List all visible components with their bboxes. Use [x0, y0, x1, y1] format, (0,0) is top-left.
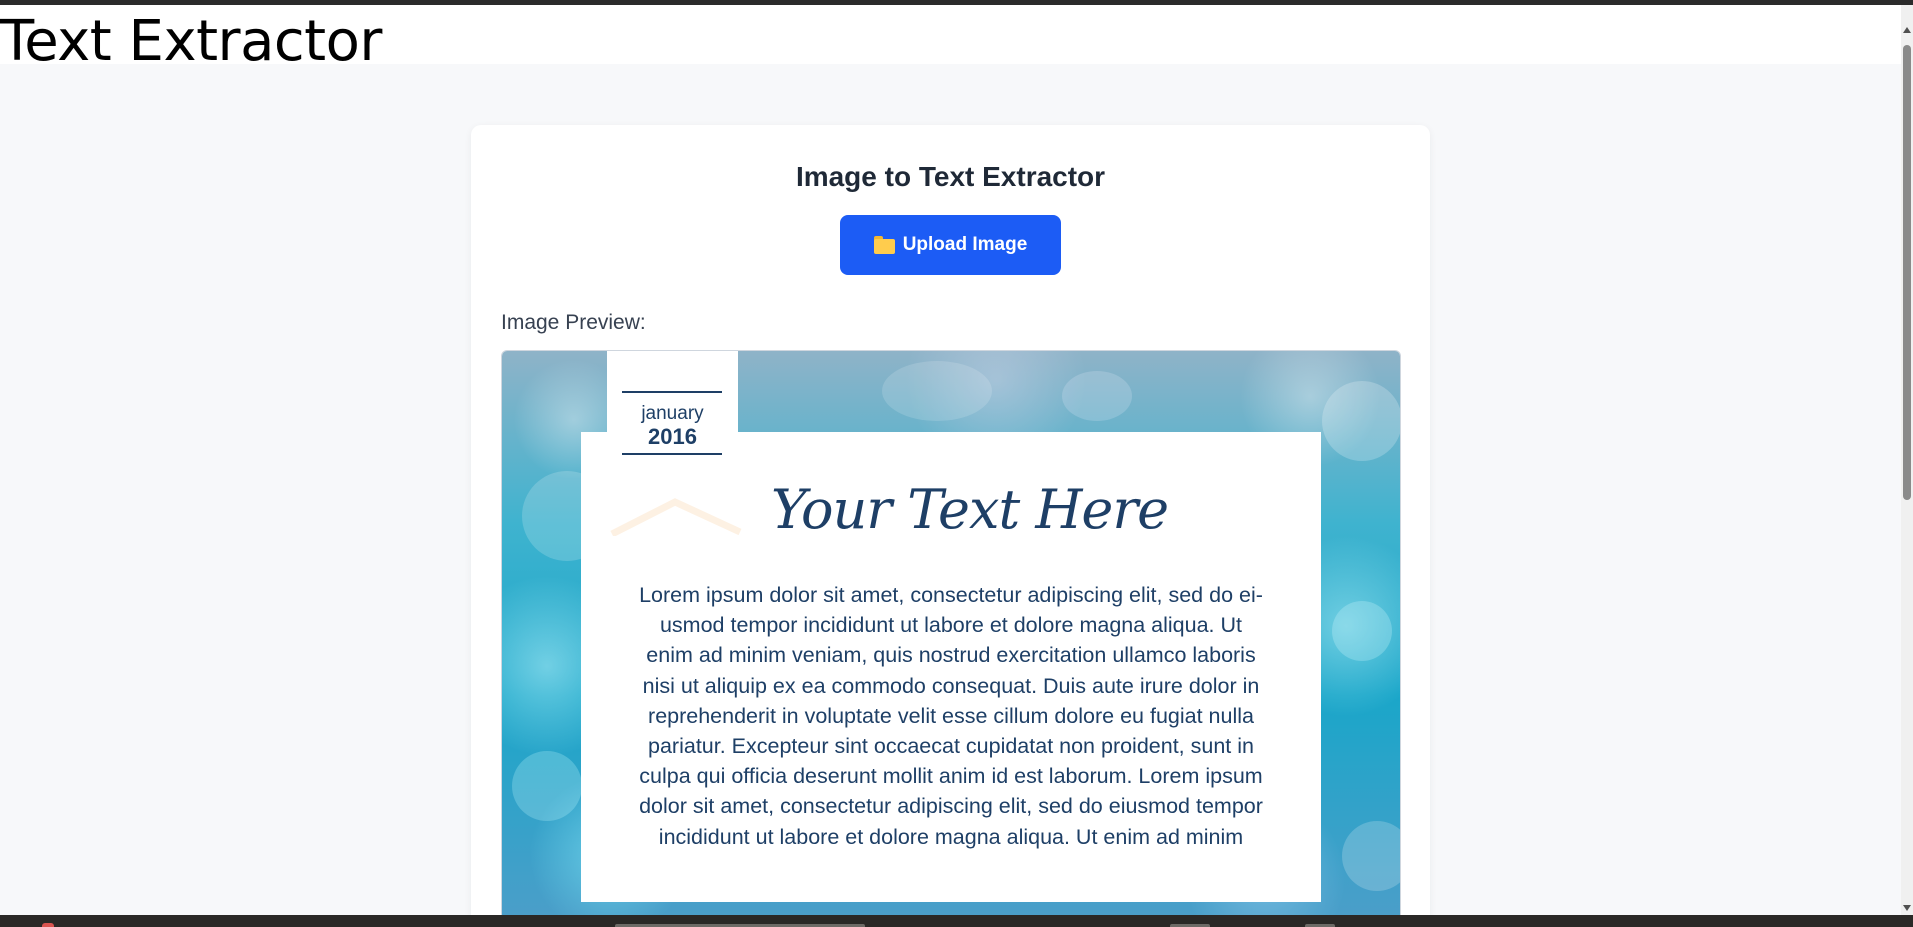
- preview-body-line: pariatur. Excepteur sint occaecat cupida…: [648, 734, 1254, 759]
- preview-heading: Your Text Here: [771, 478, 1169, 541]
- preview-date-year: 2016: [648, 424, 697, 449]
- date-rule-top: [622, 391, 722, 393]
- page-scrollbar[interactable]: [1901, 5, 1913, 915]
- preview-label: Image Preview:: [501, 311, 646, 334]
- upload-button-label: Upload Image: [902, 234, 1028, 255]
- preview-body-line: dolor sit amet, consectetur adipiscing e…: [639, 794, 1263, 819]
- preview-body-line: reprehenderit in voluptate velit esse ci…: [648, 703, 1254, 728]
- preview-date-month: january: [641, 403, 704, 424]
- image-preview: Your Text Here Lorem ipsum dolor sit ame…: [501, 350, 1401, 925]
- preview-body-line: culpa qui officia deserunt mollit anim i…: [639, 764, 1263, 789]
- card-title: Image to Text Extractor: [795, 161, 1106, 192]
- preview-body-line: incididunt ut labore et dolore magna ali…: [658, 824, 1244, 849]
- preview-body-text: Lorem ipsum dolor sit amet, consectetur …: [611, 580, 1291, 852]
- preview-body-line: nisi ut aliquip ex ea commodo consequat.…: [642, 673, 1260, 698]
- ribbon-fold-shape: [610, 498, 742, 536]
- upload-image-button[interactable]: Upload Image: [840, 215, 1061, 275]
- preview-body-line: usmod tempor incididunt ut labore et dol…: [659, 613, 1243, 638]
- preview-body-line: enim ad minim veniam, quis nostrud exerc…: [646, 643, 1256, 668]
- preview-date-tab: january 2016: [607, 351, 738, 463]
- extractor-card: Image to Text Extractor Upload Image Ima…: [471, 125, 1430, 925]
- page-title: Text Extractor: [0, 9, 382, 74]
- folder-icon: [873, 236, 895, 254]
- page-header: Text Extractor: [0, 5, 1901, 74]
- taskbar: [0, 915, 1913, 927]
- scroll-down-arrow-icon[interactable]: [1903, 905, 1911, 911]
- scrollbar-thumb[interactable]: [1903, 45, 1911, 500]
- taskbar-app-icon[interactable]: [42, 923, 54, 927]
- date-rule-bottom: [622, 453, 722, 455]
- scroll-up-arrow-icon[interactable]: [1903, 27, 1911, 33]
- preview-body-line: Lorem ipsum dolor sit amet, consectetur …: [639, 583, 1263, 607]
